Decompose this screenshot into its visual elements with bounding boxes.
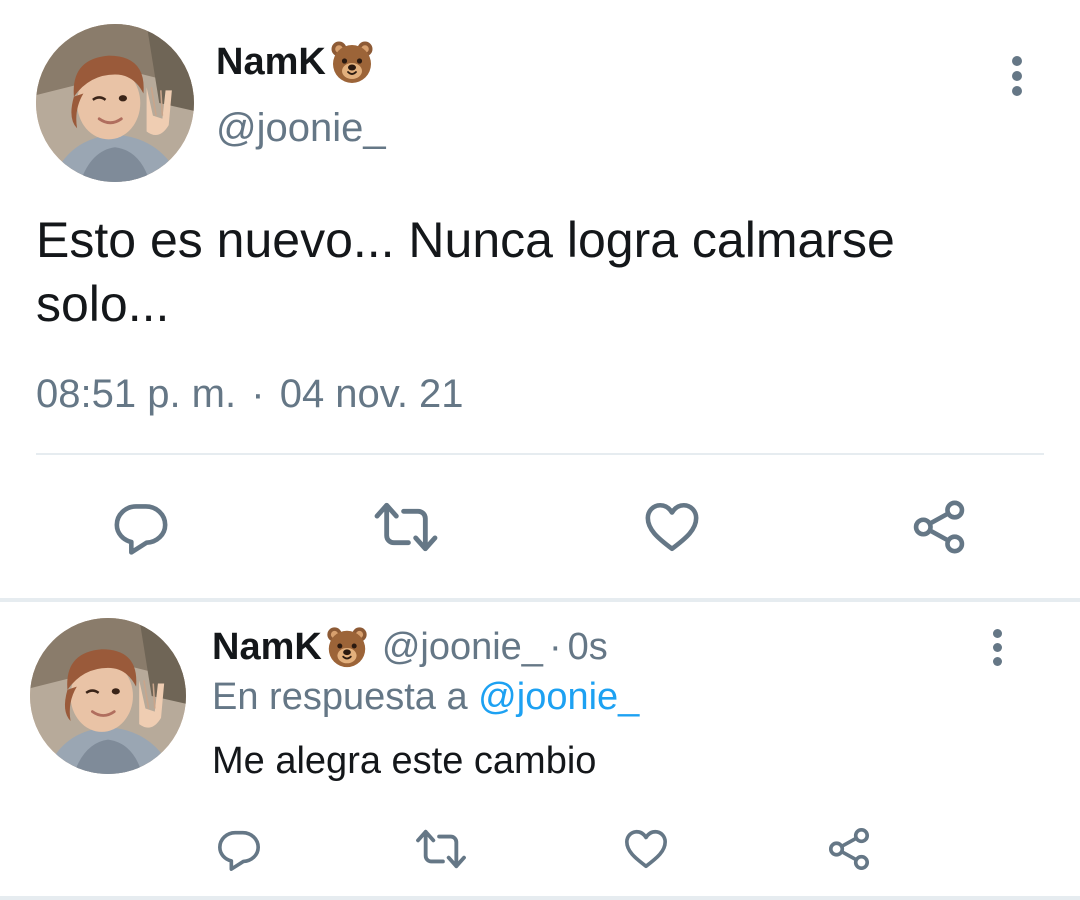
reply-icon [112, 498, 170, 556]
more-dot-icon [993, 629, 1002, 638]
retweet-icon [414, 826, 468, 872]
more-dot-icon [1012, 86, 1022, 96]
share-icon [826, 826, 872, 872]
divider [36, 453, 1044, 455]
section-divider [0, 896, 1080, 900]
reply-user-handle[interactable]: @joonie_ [382, 626, 543, 669]
bear-face-emoji-icon [328, 38, 376, 86]
reply-button[interactable] [112, 498, 170, 556]
reply-avatar[interactable] [30, 618, 186, 774]
tweet-text: Esto es nuevo... Nunca logra calmarse so… [36, 212, 895, 332]
reply-icon [216, 826, 262, 872]
reply-reply-button[interactable] [216, 826, 262, 872]
reply-like-button[interactable] [622, 826, 670, 872]
reply-header: NamK @joonie_ · 0s [212, 624, 608, 670]
like-icon [622, 826, 670, 872]
share-button[interactable] [910, 498, 968, 556]
in-reply-to: En respuesta a @joonie_ [212, 676, 639, 719]
section-divider [0, 598, 1080, 602]
in-reply-prefix: En respuesta a [212, 676, 468, 718]
separator-dot: · [548, 625, 562, 668]
reply-retweet-button[interactable] [414, 826, 468, 872]
reply-text: Me alegra este cambio [212, 740, 597, 782]
retweet-button[interactable] [372, 498, 440, 556]
reply-time-ago[interactable]: 0s [568, 626, 608, 669]
more-dot-icon [993, 643, 1002, 652]
like-button[interactable] [642, 498, 702, 556]
like-icon [642, 498, 702, 556]
bear-face-emoji-icon [324, 624, 370, 670]
reply-display-name[interactable]: NamK [212, 624, 370, 670]
more-dot-icon [993, 657, 1002, 666]
more-options-button[interactable] [1002, 52, 1032, 102]
display-name-text: NamK [216, 40, 326, 83]
reply-display-name-text: NamK [212, 625, 322, 668]
main-tweet: NamK @joonie_ Esto es nuevo... Nunca log… [0, 0, 1080, 600]
retweet-icon [372, 498, 440, 556]
profile-photo-icon [36, 24, 194, 182]
reply-more-options-button[interactable] [984, 626, 1014, 676]
reply-share-button[interactable] [826, 826, 872, 872]
tweet-time: 08:51 p. m. [36, 372, 237, 416]
in-reply-handle-link[interactable]: @joonie_ [478, 676, 639, 718]
profile-photo-icon [30, 618, 186, 774]
share-icon [910, 498, 968, 556]
tweet-timestamp[interactable]: 08:51 p. m. · 04 nov. 21 [36, 372, 464, 417]
display-name[interactable]: NamK [216, 38, 376, 86]
avatar[interactable] [36, 24, 194, 182]
user-handle[interactable]: @joonie_ [216, 106, 386, 151]
more-dot-icon [1012, 56, 1022, 66]
separator-dot: · [251, 372, 265, 416]
tweet-date: 04 nov. 21 [279, 372, 464, 416]
more-dot-icon [1012, 71, 1022, 81]
